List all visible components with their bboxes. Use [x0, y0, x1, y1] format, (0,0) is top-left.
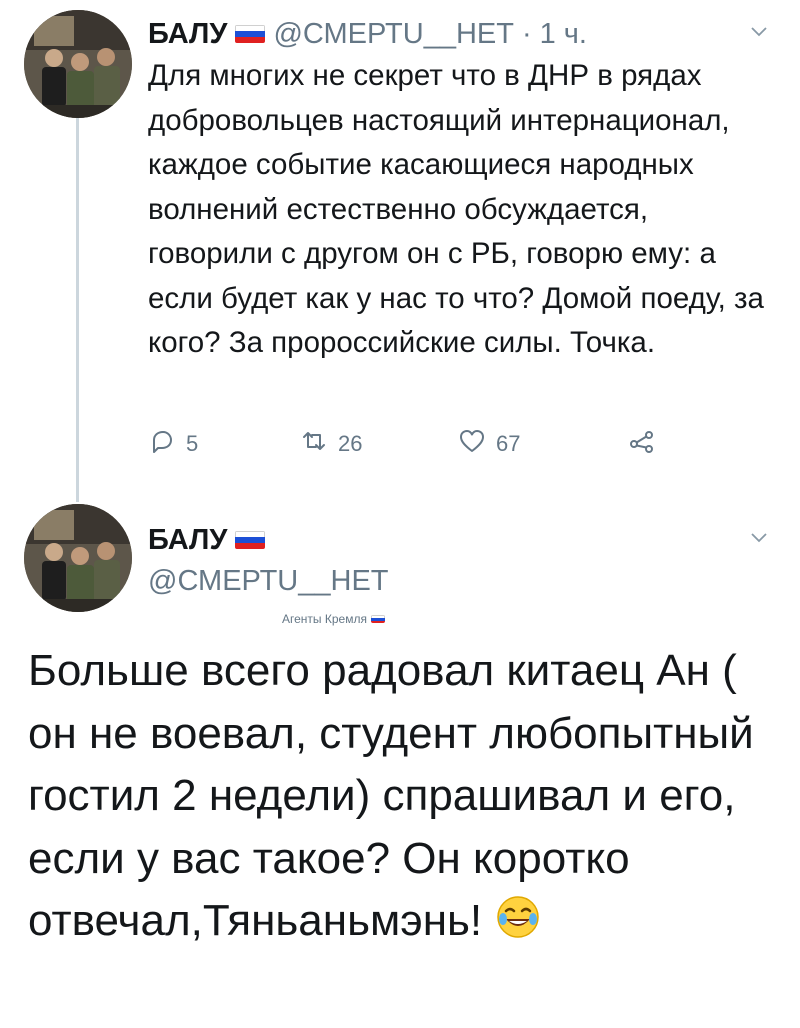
heart-icon — [458, 427, 486, 461]
author-handle[interactable]: @СМЕРТU__НЕТ — [273, 18, 514, 51]
like-count: 67 — [496, 431, 521, 456]
retweet-icon — [300, 427, 328, 461]
tweet2-text: Больше всего радовал китаец Ан ( он не в… — [28, 640, 788, 953]
bio-text: Агенты Кремля — [282, 612, 367, 626]
retweet-button[interactable]: 26 — [300, 427, 458, 461]
author-name[interactable]: БАЛУ — [148, 18, 227, 51]
chevron-down-icon[interactable] — [750, 22, 768, 40]
russia-flag-icon — [370, 615, 385, 623]
avatar-photo — [24, 10, 132, 118]
thread-connector-line — [76, 118, 79, 502]
author-avatar[interactable] — [24, 504, 132, 612]
reply-count: 5 — [186, 431, 199, 456]
reply-button[interactable]: 5 — [148, 427, 300, 461]
tweet1-text: Для многих не секрет что в ДНР в рядах д… — [148, 59, 764, 359]
tweet-timestamp[interactable]: 1 ч. — [540, 18, 587, 51]
tweet2-text-content: Больше всего радовал китаец Ан ( он не в… — [28, 646, 754, 945]
like-button[interactable]: 67 — [458, 427, 628, 461]
avatar-photo — [24, 504, 132, 612]
russia-flag-icon — [235, 25, 266, 43]
share-button[interactable] — [628, 427, 656, 461]
share-icon — [628, 427, 656, 461]
retweet-count: 26 — [338, 431, 363, 456]
tweet1-actions: 5 26 67 — [148, 424, 656, 464]
separator-dot: · — [521, 17, 532, 50]
reply-icon — [148, 427, 176, 461]
author-avatar[interactable] — [24, 10, 132, 118]
author-handle[interactable]: @СМЕРТU__НЕТ — [148, 565, 389, 598]
author-name[interactable]: БАЛУ — [148, 524, 227, 557]
tweet2-header: БАЛУ — [148, 520, 266, 560]
tweet1-header: БАЛУ @СМЕРТU__НЕТ · 1 ч. — [148, 14, 587, 54]
author-bio: Агенты Кремля — [282, 612, 385, 626]
russia-flag-icon — [235, 531, 266, 549]
tears-of-joy-emoji — [494, 893, 542, 941]
chevron-down-icon[interactable] — [750, 528, 768, 546]
